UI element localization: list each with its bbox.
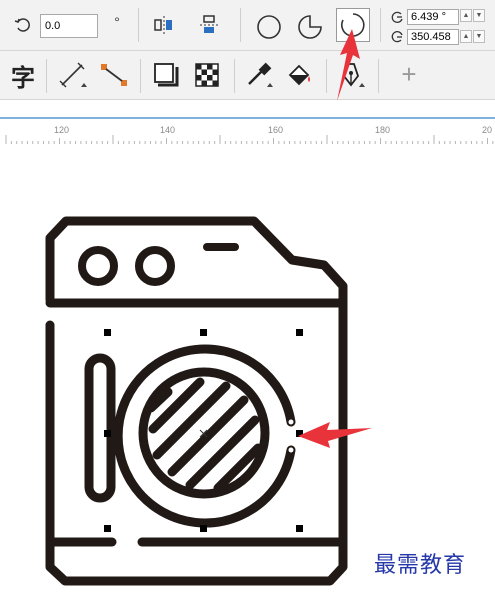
selection-handles — [104, 329, 303, 532]
ruler-label: 180 — [375, 125, 391, 135]
separator — [140, 59, 141, 93]
eyedropper-button[interactable] — [242, 60, 276, 90]
arc-icon — [341, 13, 365, 37]
pie-button[interactable] — [294, 12, 326, 42]
interactive-fill-button[interactable] — [282, 60, 318, 90]
drawing-canvas[interactable] — [0, 146, 495, 596]
separator — [234, 59, 235, 93]
paint-bucket-icon — [288, 64, 310, 86]
pen-nib-icon — [342, 63, 365, 87]
separator — [326, 59, 327, 93]
end-angle-up-button[interactable]: ▲ — [460, 30, 472, 43]
door-handle — [84, 353, 116, 503]
ellipse-button[interactable] — [253, 12, 285, 42]
mirror-horizontal-icon — [154, 16, 172, 34]
dimension-tool-button[interactable] — [56, 60, 90, 90]
dimension-icon — [59, 62, 87, 88]
ruler-label: 140 — [160, 125, 176, 135]
property-bar-top: 0.0 ° 6.439 ° ▲ ▼ 350.458 ▲ ▼ — [0, 0, 495, 51]
start-angle-icon — [389, 9, 405, 25]
start-angle-up-button[interactable]: ▲ — [460, 9, 472, 22]
arc-start-node — [288, 419, 294, 425]
ruler-label: 160 — [268, 125, 284, 135]
separator — [46, 59, 47, 93]
add-button[interactable]: + — [394, 59, 424, 89]
checkerboard-icon — [195, 63, 219, 87]
arc-end-node — [288, 447, 294, 453]
horizontal-ruler[interactable]: 120 140 160 180 20 — [0, 117, 495, 147]
ruler-label: 20 — [482, 125, 493, 135]
separator — [138, 8, 139, 42]
pen-tool-button[interactable] — [334, 60, 368, 90]
degree-label: ° — [114, 14, 120, 30]
knob-right — [135, 246, 175, 286]
text-tool-icon[interactable]: 字 — [6, 59, 40, 92]
knob-left — [78, 246, 118, 286]
start-angle-input[interactable]: 6.439 ° — [407, 9, 459, 25]
separator — [378, 59, 379, 93]
watermark-text: 最需教育 — [374, 553, 467, 578]
end-angle-input[interactable]: 350.458 — [407, 29, 459, 45]
ruler-label: 120 — [54, 125, 70, 135]
pie-icon — [298, 15, 322, 39]
connector-icon — [101, 64, 127, 86]
washing-machine-illustration — [45, 216, 372, 586]
rotation-angle-input[interactable]: 0.0 — [40, 14, 98, 38]
mirror-vertical-button[interactable] — [196, 12, 224, 38]
separator — [380, 8, 381, 42]
ruler-ticks — [5, 135, 494, 144]
end-angle-down-button[interactable]: ▼ — [473, 30, 485, 43]
start-angle-down-button[interactable]: ▼ — [473, 9, 485, 22]
connector-tool-button[interactable] — [96, 60, 132, 90]
annotation-arrow-right — [298, 422, 372, 448]
transparency-button[interactable] — [190, 60, 224, 90]
rotate-icon — [12, 14, 34, 36]
eyedropper-icon — [248, 62, 273, 87]
separator — [240, 8, 241, 42]
end-angle-icon — [389, 29, 405, 45]
top-panel-outline — [45, 216, 348, 308]
arc-button[interactable] — [336, 8, 370, 42]
ellipse-icon — [257, 15, 281, 39]
drop-shadow-icon — [154, 63, 179, 87]
mirror-horizontal-button[interactable] — [150, 12, 178, 38]
drop-shadow-button[interactable] — [148, 60, 182, 90]
property-bar-bottom: 字 + — [0, 51, 495, 100]
mirror-vertical-icon — [200, 15, 220, 33]
